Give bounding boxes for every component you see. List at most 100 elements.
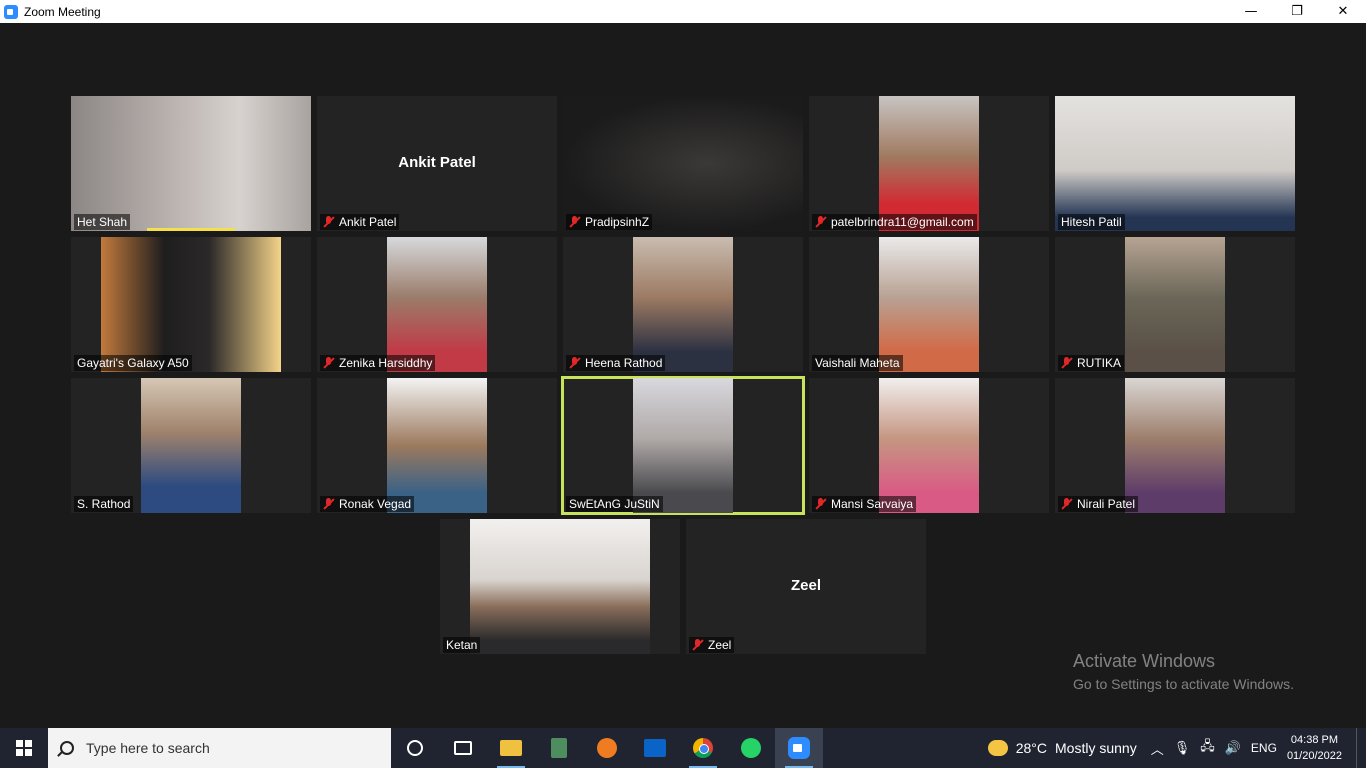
zoom-icon xyxy=(788,737,810,759)
meeting-gallery: Het Shah Ankit Patel Ankit Patel Pradips… xyxy=(0,23,1366,728)
participant-name-plate: Ronak Vegad xyxy=(320,496,415,512)
participant-tile-vaishali[interactable]: Vaishali Maheta xyxy=(809,237,1049,372)
participant-name-plate: Hitesh Patil xyxy=(1058,214,1125,230)
file-explorer-button[interactable] xyxy=(487,728,535,768)
microphone-muted-icon xyxy=(569,216,581,228)
participant-tile-heena-rathod[interactable]: Heena Rathod xyxy=(563,237,803,372)
close-button[interactable]: ✕ xyxy=(1320,0,1366,23)
participant-name: Gayatri's Galaxy A50 xyxy=(77,356,189,370)
clock-time: 04:38 PM xyxy=(1290,734,1339,746)
activate-windows-watermark: Activate Windows Go to Settings to activ… xyxy=(1073,651,1294,692)
participant-video xyxy=(470,519,650,654)
outlook-button[interactable] xyxy=(631,728,679,768)
participant-tile-het-shah[interactable]: Het Shah xyxy=(71,96,311,231)
chevron-up-icon[interactable]: ︿ xyxy=(1151,739,1164,758)
title-bar: Zoom Meeting — ❐ ✕ xyxy=(0,0,1366,23)
microphone-icon[interactable]: 🎙 xyxy=(1174,741,1191,756)
chrome-icon xyxy=(693,738,713,758)
participant-tile-ronak-vegad[interactable]: Ronak Vegad xyxy=(317,378,557,513)
participant-name-plate: RUTIKA xyxy=(1058,355,1125,371)
weather-temperature[interactable]: 28°C xyxy=(1016,740,1047,756)
participant-video xyxy=(1125,237,1225,372)
chrome-button[interactable] xyxy=(679,728,727,768)
participant-name-plate: S. Rathod xyxy=(74,496,134,512)
task-view-button[interactable] xyxy=(439,728,487,768)
cortana-icon xyxy=(407,740,423,756)
participant-video xyxy=(387,237,487,372)
whatsapp-icon xyxy=(741,738,761,758)
participant-video xyxy=(71,96,311,231)
microphone-muted-icon xyxy=(692,639,704,651)
microphone-muted-icon xyxy=(1061,357,1073,369)
participant-tile-nirali[interactable]: Nirali Patel xyxy=(1055,378,1295,513)
show-desktop-button[interactable] xyxy=(1356,728,1366,768)
participant-video xyxy=(1055,96,1295,231)
participant-video xyxy=(633,237,733,372)
network-icon[interactable]: 🖧 xyxy=(1200,737,1215,759)
start-button[interactable] xyxy=(0,728,48,768)
weather-condition[interactable]: Mostly sunny xyxy=(1055,740,1137,756)
calculator-button[interactable] xyxy=(535,728,583,768)
participant-tile-pradipsinhz[interactable]: PradipsinhZ xyxy=(563,96,803,231)
participant-tile-gayatri[interactable]: Gayatri's Galaxy A50 xyxy=(71,237,311,372)
participant-name: Ankit Patel xyxy=(339,215,397,229)
participant-center-name: Ankit Patel xyxy=(398,154,476,171)
search-icon xyxy=(60,741,74,755)
zoom-taskbar-button[interactable] xyxy=(775,728,823,768)
maximize-button[interactable]: ❐ xyxy=(1274,0,1320,23)
watermark-subtitle: Go to Settings to activate Windows. xyxy=(1073,676,1294,692)
firefox-button[interactable] xyxy=(583,728,631,768)
participant-name-plate: Zeel xyxy=(689,637,735,653)
participant-name-plate: Het Shah xyxy=(74,214,131,230)
folder-icon xyxy=(500,740,522,756)
clock-date: 01/20/2022 xyxy=(1286,750,1342,762)
participant-center-name: Zeel xyxy=(790,577,821,594)
participant-video xyxy=(1125,378,1225,513)
minimize-button[interactable]: — xyxy=(1228,0,1274,23)
participant-name: Het Shah xyxy=(77,215,128,229)
participant-tile-ankit-patel[interactable]: Ankit Patel Ankit Patel xyxy=(317,96,557,231)
microphone-muted-icon xyxy=(569,357,581,369)
participant-name-plate: Mansi Sarvaiya xyxy=(812,496,917,512)
participant-tile-patelbrindra[interactable]: patelbrindra11@gmail.com xyxy=(809,96,1049,231)
participant-name-plate: Zenika Harsiddhy xyxy=(320,355,436,371)
participant-name: Mansi Sarvaiya xyxy=(831,497,914,511)
volume-icon[interactable]: 🔊 xyxy=(1225,741,1241,756)
windows-taskbar: Type here to search 28°C Mostly sunny ︿ … xyxy=(0,728,1366,768)
firefox-icon xyxy=(597,738,617,758)
participant-tile-mansi[interactable]: Mansi Sarvaiya xyxy=(809,378,1049,513)
cortana-button[interactable] xyxy=(391,728,439,768)
microphone-muted-icon xyxy=(1061,498,1073,510)
participant-tile-rutika[interactable]: RUTIKA xyxy=(1055,237,1295,372)
participant-video xyxy=(879,378,979,513)
taskbar-search-box[interactable]: Type here to search xyxy=(48,728,391,768)
microphone-muted-icon xyxy=(815,498,827,510)
watermark-title: Activate Windows xyxy=(1073,651,1216,671)
outlook-icon xyxy=(644,739,666,757)
input-language[interactable]: ENG xyxy=(1251,741,1277,755)
participant-tile-s-rathod[interactable]: S. Rathod xyxy=(71,378,311,513)
taskbar-clock[interactable]: 04:38 PM 01/20/2022 xyxy=(1287,732,1342,764)
participant-tile-hitesh-patil[interactable]: Hitesh Patil xyxy=(1055,96,1295,231)
system-tray: 28°C Mostly sunny ︿ 🎙 🖧 🔊 ENG 04:38 PM 0… xyxy=(987,728,1366,768)
participant-name: S. Rathod xyxy=(77,497,131,511)
participant-tile-ketan[interactable]: Ketan xyxy=(440,519,680,654)
participant-name: PradipsinhZ xyxy=(585,215,650,229)
participant-name-plate: SwEtAnG JuStiN xyxy=(566,496,663,512)
participant-name: Zeel xyxy=(708,638,732,652)
participant-tile-zeel[interactable]: Zeel Zeel xyxy=(686,519,926,654)
whatsapp-button[interactable] xyxy=(727,728,775,768)
participant-tile-zenika[interactable]: Zenika Harsiddhy xyxy=(317,237,557,372)
zoom-app-icon xyxy=(4,4,18,19)
participant-name-plate: patelbrindra11@gmail.com xyxy=(812,214,977,230)
microphone-muted-icon xyxy=(815,216,827,228)
weather-sun-cloud-icon[interactable] xyxy=(987,740,1008,756)
participant-tile-swetang-active-speaker[interactable]: SwEtAnG JuStiN xyxy=(561,376,805,515)
window-controls: — ❐ ✕ xyxy=(1228,0,1366,23)
task-view-icon xyxy=(454,741,472,755)
participant-name-plate: Ankit Patel xyxy=(320,214,400,230)
participant-name: Vaishali Maheta xyxy=(815,356,900,370)
microphone-muted-icon xyxy=(323,216,335,228)
participant-name: Nirali Patel xyxy=(1077,497,1136,511)
participant-name-plate: Ketan xyxy=(443,637,481,653)
